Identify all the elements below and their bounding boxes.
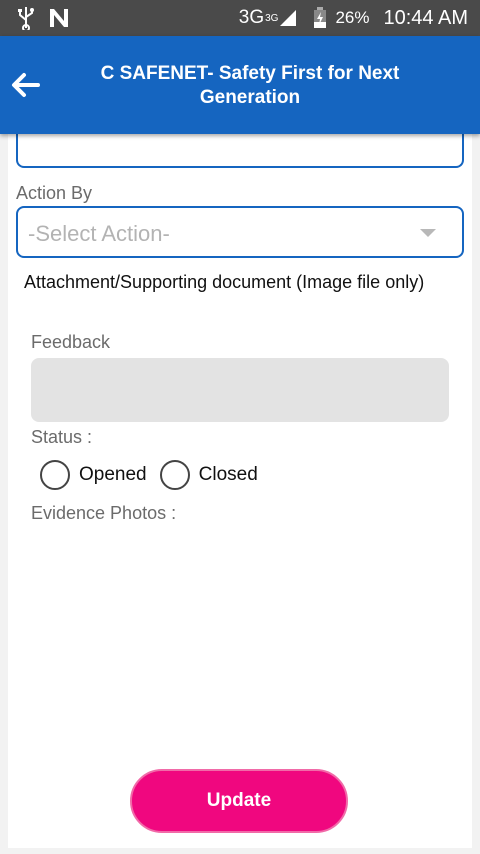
status-bar-left-icons <box>16 6 70 30</box>
clock: 10:44 AM <box>383 6 468 29</box>
network-indicator: 3G 3G <box>239 7 298 29</box>
update-button[interactable]: Update <box>130 769 348 833</box>
status-bar: 3G 3G 26% 10:44 AM <box>0 0 480 36</box>
action-select-value: -Select Action- <box>28 221 170 246</box>
feedback-field[interactable] <box>31 358 449 422</box>
status-closed-radio[interactable]: Closed <box>159 460 258 490</box>
attachment-label: Attachment/Supporting document (Image fi… <box>24 272 425 292</box>
signal-icon <box>280 10 297 26</box>
status-bar-right: 3G 3G 26% 10:44 AM <box>239 0 468 36</box>
evidence-photos-label: Evidence Photos : <box>31 503 177 523</box>
network-type: 3G <box>238 7 265 28</box>
dropdown-arrow-icon <box>420 229 436 237</box>
n-icon <box>50 9 68 27</box>
network-type-sup: 3G <box>265 12 279 24</box>
usb-icon <box>18 7 34 30</box>
action-select[interactable]: -Select Action- <box>16 206 464 258</box>
status-closed-label: Closed <box>198 464 258 485</box>
status-opened-label: Opened <box>79 464 147 485</box>
partial-text-field[interactable] <box>16 128 464 168</box>
status-label: Status : <box>31 427 93 447</box>
arrow-back-icon <box>12 73 40 97</box>
form-content: Action By -Select Action- Attachment/Sup… <box>8 128 472 848</box>
page-title: C SAFENET- Safety First for Next Generat… <box>100 63 400 108</box>
radio-unchecked-icon <box>40 460 70 490</box>
battery-percent: 26% <box>335 8 370 27</box>
status-opened-radio[interactable]: Opened <box>40 460 147 490</box>
back-button[interactable] <box>6 65 46 105</box>
app-bar: C SAFENET- Safety First for Next Generat… <box>0 36 480 134</box>
action-by-label: Action By <box>16 183 93 203</box>
battery-icon <box>314 7 327 28</box>
status-radio-group: Opened Closed <box>40 459 258 491</box>
radio-unchecked-icon <box>159 460 190 490</box>
feedback-label: Feedback <box>31 332 111 352</box>
